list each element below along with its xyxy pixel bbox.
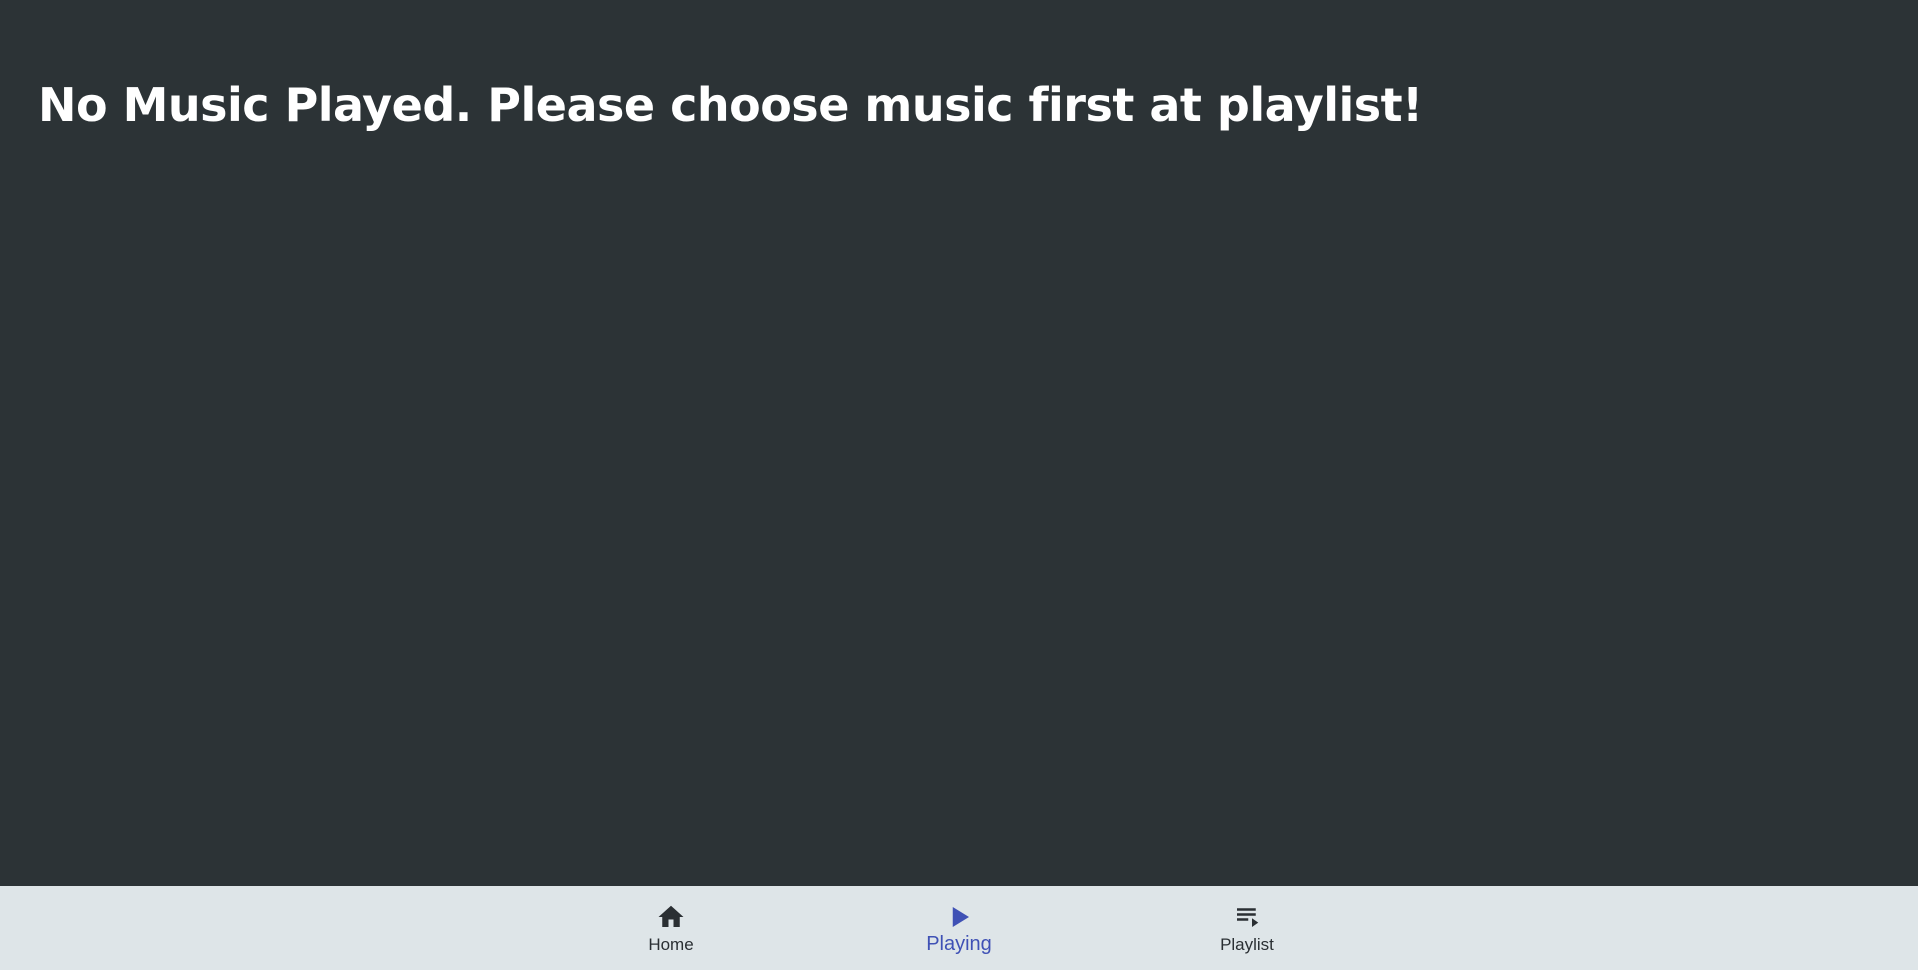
main-content: No Music Played. Please choose music fir… — [0, 0, 1918, 886]
nav-item-label: Playing — [926, 933, 992, 955]
nav-item-home[interactable]: Home — [587, 886, 755, 970]
bottom-navigation: Home Playing Playlist — [0, 886, 1918, 970]
nav-item-playing[interactable]: Playing — [875, 886, 1043, 970]
play-icon — [944, 902, 974, 932]
nav-item-playlist[interactable]: Playlist — [1163, 886, 1331, 970]
no-music-message: No Music Played. Please choose music fir… — [38, 78, 1423, 132]
nav-item-label: Playlist — [1220, 935, 1274, 954]
nav-item-label: Home — [648, 935, 694, 954]
playlist-play-icon — [1232, 902, 1262, 932]
home-icon — [656, 902, 686, 932]
